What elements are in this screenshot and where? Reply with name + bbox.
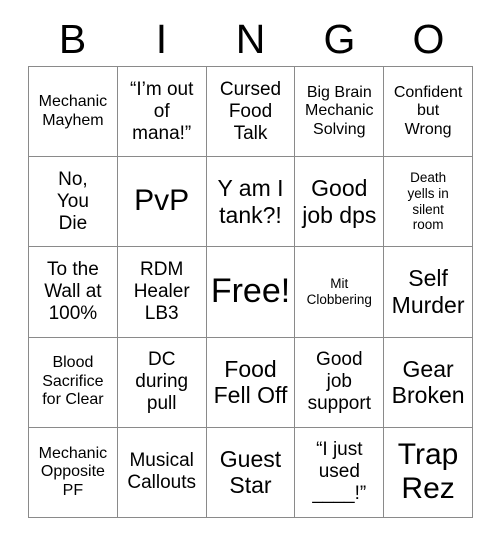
bingo-header-letter-b: B [58, 15, 87, 62]
bingo-cell-r4c3[interactable]: Food Fell Off [206, 337, 296, 428]
bingo-cell-label: DC during pull [135, 349, 189, 415]
bingo-cell-r2c5[interactable]: Death yells in silent room [384, 157, 473, 248]
bingo-cell-r3c4[interactable]: Mit Clobbering [295, 247, 385, 338]
bingo-cell-r2c1[interactable]: No, You Die [29, 157, 118, 248]
bingo-cell-free-space[interactable]: Free! [206, 247, 296, 338]
bingo-cell-r4c5[interactable]: Gear Broken [384, 337, 473, 428]
bingo-cell-r1c4[interactable]: Big Brain Mechanic Solving [295, 67, 385, 158]
bingo-cell-r1c3[interactable]: Cursed Food Talk [206, 67, 296, 158]
bingo-cell-label: “I just used ____!” [312, 439, 367, 505]
bingo-cell-r3c5[interactable]: Self Murder [384, 247, 473, 338]
bingo-grid: Mechanic Mayhem “I’m out of mana!” Curse… [28, 66, 473, 518]
bingo-cell-label: Free! [210, 272, 291, 311]
bingo-cell-r4c2[interactable]: DC during pull [117, 337, 207, 428]
bingo-cell-label: Death yells in silent room [407, 170, 449, 233]
bingo-cell-r4c1[interactable]: Blood Sacrifice for Clear [29, 337, 118, 428]
bingo-header-letter-n: N [235, 15, 266, 62]
bingo-cell-label: Blood Sacrifice for Clear [42, 354, 104, 409]
bingo-cell-label: Good job support [307, 349, 371, 415]
bingo-cell-r5c3[interactable]: Guest Star [206, 427, 296, 518]
bingo-cell-r2c4[interactable]: Good job dps [295, 157, 385, 248]
bingo-cell-label: Y am I tank?! [217, 175, 284, 228]
bingo-cell-label: Cursed Food Talk [219, 78, 282, 144]
bingo-cell-label: Big Brain Mechanic Solving [305, 83, 374, 138]
bingo-cell-r5c1[interactable]: Mechanic Opposite PF [29, 427, 118, 518]
bingo-cell-label: Good job dps [302, 175, 377, 228]
bingo-header-letter-g: G [323, 15, 356, 62]
bingo-header-letter-o: O [412, 15, 445, 62]
bingo-cell-r1c5[interactable]: Confident but Wrong [384, 67, 473, 158]
bingo-cell-r1c1[interactable]: Mechanic Mayhem [29, 67, 118, 158]
bingo-cell-label: Mechanic Opposite PF [38, 444, 108, 499]
bingo-cell-label: “I’m out of mana!” [130, 78, 194, 144]
bingo-header-letter-i: I [155, 15, 168, 62]
bingo-cell-label: To the Wall at 100% [44, 258, 102, 324]
bingo-cell-label: Confident but Wrong [393, 83, 463, 138]
bingo-cell-label: PvP [134, 184, 190, 218]
bingo-cell-label: Mit Clobbering [306, 276, 372, 307]
bingo-cell-label: Mechanic Mayhem [38, 93, 108, 129]
bingo-cell-label: Food Fell Off [213, 355, 288, 409]
bingo-cell-label: Trap Rez [397, 437, 459, 506]
bingo-cell-label: Guest Star [219, 445, 282, 499]
bingo-cell-r5c4[interactable]: “I just used ____!” [295, 427, 385, 518]
bingo-cell-r3c1[interactable]: To the Wall at 100% [29, 247, 118, 338]
bingo-cell-r5c5[interactable]: Trap Rez [384, 427, 473, 518]
bingo-cell-r1c2[interactable]: “I’m out of mana!” [117, 67, 207, 158]
bingo-cell-label: No, You Die [56, 168, 89, 234]
bingo-cell-r4c4[interactable]: Good job support [295, 337, 385, 428]
bingo-cell-label: Gear Broken [391, 355, 465, 409]
bingo-header-row: B I N G O [28, 12, 473, 66]
bingo-cell-label: RDM Healer LB3 [133, 258, 190, 324]
bingo-cell-r2c3[interactable]: Y am I tank?! [206, 157, 296, 248]
bingo-cell-r2c2[interactable]: PvP [117, 157, 207, 248]
bingo-card: B I N G O Mechanic Mayhem “I’m out of ma… [0, 0, 500, 544]
bingo-cell-label: Self Murder [391, 265, 465, 318]
bingo-cell-r3c2[interactable]: RDM Healer LB3 [117, 247, 207, 338]
bingo-cell-label: Musical Callouts [127, 450, 197, 494]
bingo-cell-r5c2[interactable]: Musical Callouts [117, 427, 207, 518]
